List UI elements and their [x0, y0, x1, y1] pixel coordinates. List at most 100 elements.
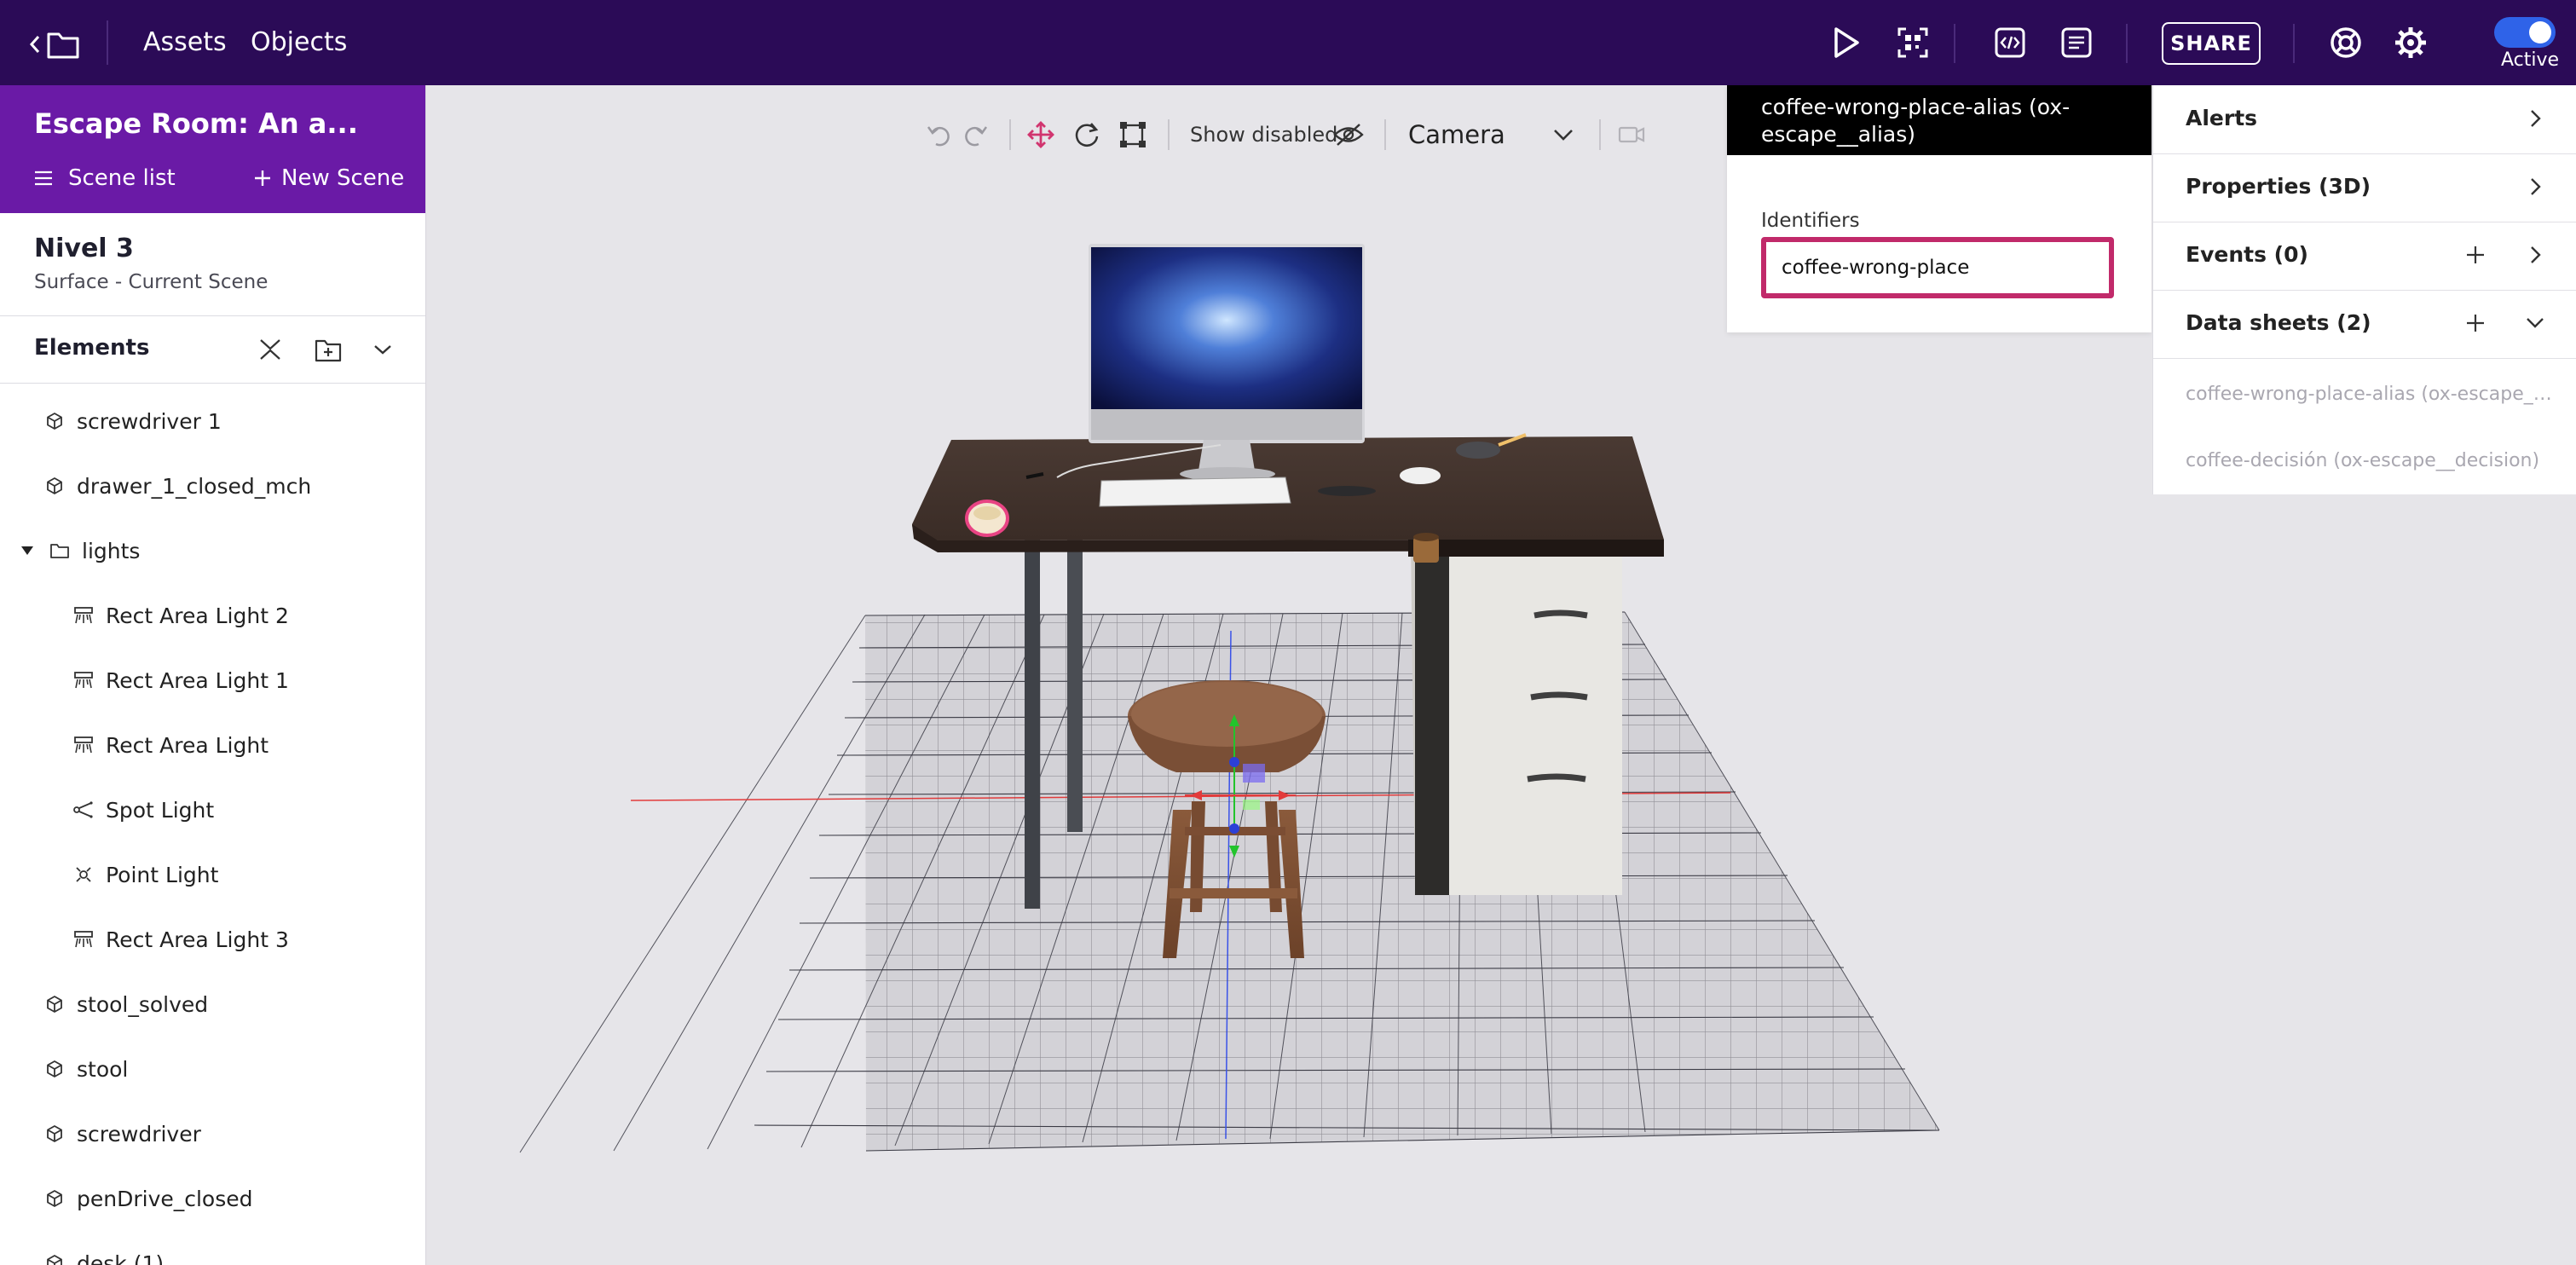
tree-item[interactable]: screwdriver 1	[44, 397, 222, 445]
tree-item[interactable]: Rect Area Light	[73, 721, 269, 769]
redo-button[interactable]	[962, 118, 991, 152]
tree-item-label: Point Light	[106, 862, 219, 887]
tree-item-label: stool	[77, 1056, 129, 1082]
coffee-cup-model[interactable]	[965, 500, 1009, 537]
plus-icon	[2467, 246, 2484, 263]
lifebuoy-icon	[2331, 27, 2361, 58]
add-data-sheet-button[interactable]	[2463, 310, 2488, 336]
document-button[interactable]	[2058, 24, 2095, 61]
undo-button[interactable]	[924, 118, 953, 152]
qr-code-icon	[1897, 27, 1928, 58]
move-tool-button[interactable]	[1025, 118, 1057, 152]
rotate-tool-button[interactable]	[1071, 118, 1103, 152]
show-disabled-toggle[interactable]	[1331, 118, 1366, 152]
new-scene-button[interactable]: New Scene	[254, 165, 404, 191]
add-event-button[interactable]	[2463, 242, 2488, 268]
spot-light-icon	[73, 800, 94, 820]
tree-item[interactable]: penDrive_closed	[44, 1175, 253, 1222]
properties-section[interactable]: Properties (3D)	[2153, 153, 2576, 222]
topbar-separator	[2293, 24, 2295, 63]
tree-item-label: Rect Area Light 1	[106, 667, 289, 693]
tree-item[interactable]: stool	[44, 1045, 128, 1093]
tree-item[interactable]: desk (1)	[44, 1239, 164, 1265]
plus-icon	[2467, 315, 2484, 332]
toolbar-separator	[1599, 119, 1601, 150]
show-disabled-label: Show disabled	[1190, 123, 1338, 147]
caret-down-icon[interactable]	[17, 540, 38, 561]
scale-icon	[1120, 122, 1146, 147]
tree-item[interactable]: stool_solved	[44, 980, 208, 1028]
chevron-left-icon	[29, 36, 40, 53]
current-level: Nivel 3 Surface - Current Scene	[0, 213, 425, 316]
elements-header: Elements	[0, 316, 425, 384]
alerts-title: Alerts	[2186, 106, 2258, 130]
tree-folder-lights[interactable]: lights	[17, 527, 140, 575]
topbar-separator	[1954, 24, 1955, 63]
new-folder-button[interactable]	[314, 335, 343, 364]
video-camera-icon	[1618, 126, 1645, 143]
tree-item-label: Rect Area Light 3	[106, 927, 289, 952]
back-to-folder-button[interactable]	[29, 26, 90, 63]
elements-menu-button[interactable]	[368, 335, 397, 364]
toolbar-separator	[1168, 119, 1170, 150]
toggle-knob	[2529, 21, 2551, 43]
scene-list-button[interactable]: Scene list	[34, 165, 176, 191]
tree-item[interactable]: Rect Area Light 2	[73, 592, 289, 639]
alias-panel: coffee-wrong-place-alias (ox-escape__ali…	[1727, 85, 2151, 332]
rotate-icon	[1075, 123, 1099, 147]
events-section[interactable]: Events (0)	[2153, 222, 2576, 291]
chevron-right-icon	[2522, 106, 2548, 131]
nav-assets[interactable]: Assets	[143, 26, 227, 60]
active-toggle[interactable]	[2494, 17, 2556, 48]
help-button[interactable]	[2327, 24, 2365, 61]
data-sheet-item[interactable]: coffee-decisión (ox-escape__decision)	[2186, 450, 2561, 471]
events-title: Events (0)	[2186, 242, 2308, 267]
alerts-section[interactable]: Alerts	[2153, 85, 2576, 154]
tree-item-label: drawer_1_closed_mch	[77, 473, 312, 499]
tree-item[interactable]: Spot Light	[73, 786, 214, 834]
rect-light-icon	[73, 735, 94, 755]
collapse-icon	[260, 339, 280, 360]
scene-title[interactable]: Escape Room: An a...	[34, 107, 358, 140]
camera-select-label: Camera	[1408, 120, 1505, 149]
cube-icon	[44, 994, 65, 1014]
tree-item-label: penDrive_closed	[77, 1186, 253, 1211]
tree-item[interactable]: drawer_1_closed_mch	[44, 462, 311, 510]
camera-dropdown-button[interactable]	[1548, 118, 1579, 152]
tree-item-label: stool_solved	[77, 991, 209, 1017]
document-icon	[2061, 27, 2092, 58]
chevron-right-icon	[2522, 174, 2548, 199]
camera-view-button[interactable]	[1616, 118, 1647, 152]
identifier-input[interactable]	[1761, 237, 2114, 298]
tree-item[interactable]: Rect Area Light 1	[73, 656, 289, 704]
settings-button[interactable]	[2392, 24, 2429, 61]
tree-item-label: screwdriver	[77, 1121, 201, 1147]
data-sheet-item[interactable]: coffee-wrong-place-alias (ox-escape__ali…	[2186, 384, 2561, 405]
toolbar-separator	[1009, 119, 1011, 150]
code-button[interactable]	[1991, 24, 2029, 61]
qr-code-button[interactable]	[1894, 24, 1932, 61]
eye-off-icon	[1333, 124, 1364, 146]
tree-item[interactable]: Point Light	[73, 851, 218, 898]
active-toggle-label: Active	[2501, 49, 2560, 71]
play-icon	[1834, 27, 1859, 58]
pot-model[interactable]	[1413, 533, 1439, 563]
redo-icon	[965, 126, 988, 147]
level-subtitle: Surface - Current Scene	[34, 271, 269, 293]
play-button[interactable]	[1828, 24, 1865, 61]
tree-item-label: lights	[82, 538, 141, 563]
toolbar-separator	[1384, 119, 1386, 150]
collapse-all-button[interactable]	[256, 335, 285, 364]
nav-objects[interactable]: Objects	[251, 26, 347, 60]
cube-icon	[44, 1188, 65, 1209]
rect-light-icon	[73, 605, 94, 626]
tree-item[interactable]: screwdriver	[44, 1110, 201, 1158]
scene-panel: Escape Room: An a... Scene list New Scen…	[0, 85, 426, 1265]
share-button[interactable]: SHARE	[2162, 22, 2261, 65]
chevron-right-icon	[2522, 242, 2548, 268]
tree-item[interactable]: Rect Area Light 3	[73, 916, 289, 963]
data-sheets-section[interactable]: Data sheets (2)	[2153, 290, 2576, 359]
folder-plus-icon	[315, 339, 342, 362]
scale-tool-button[interactable]	[1117, 118, 1149, 152]
scene-header: Escape Room: An a... Scene list New Scen…	[0, 85, 425, 213]
